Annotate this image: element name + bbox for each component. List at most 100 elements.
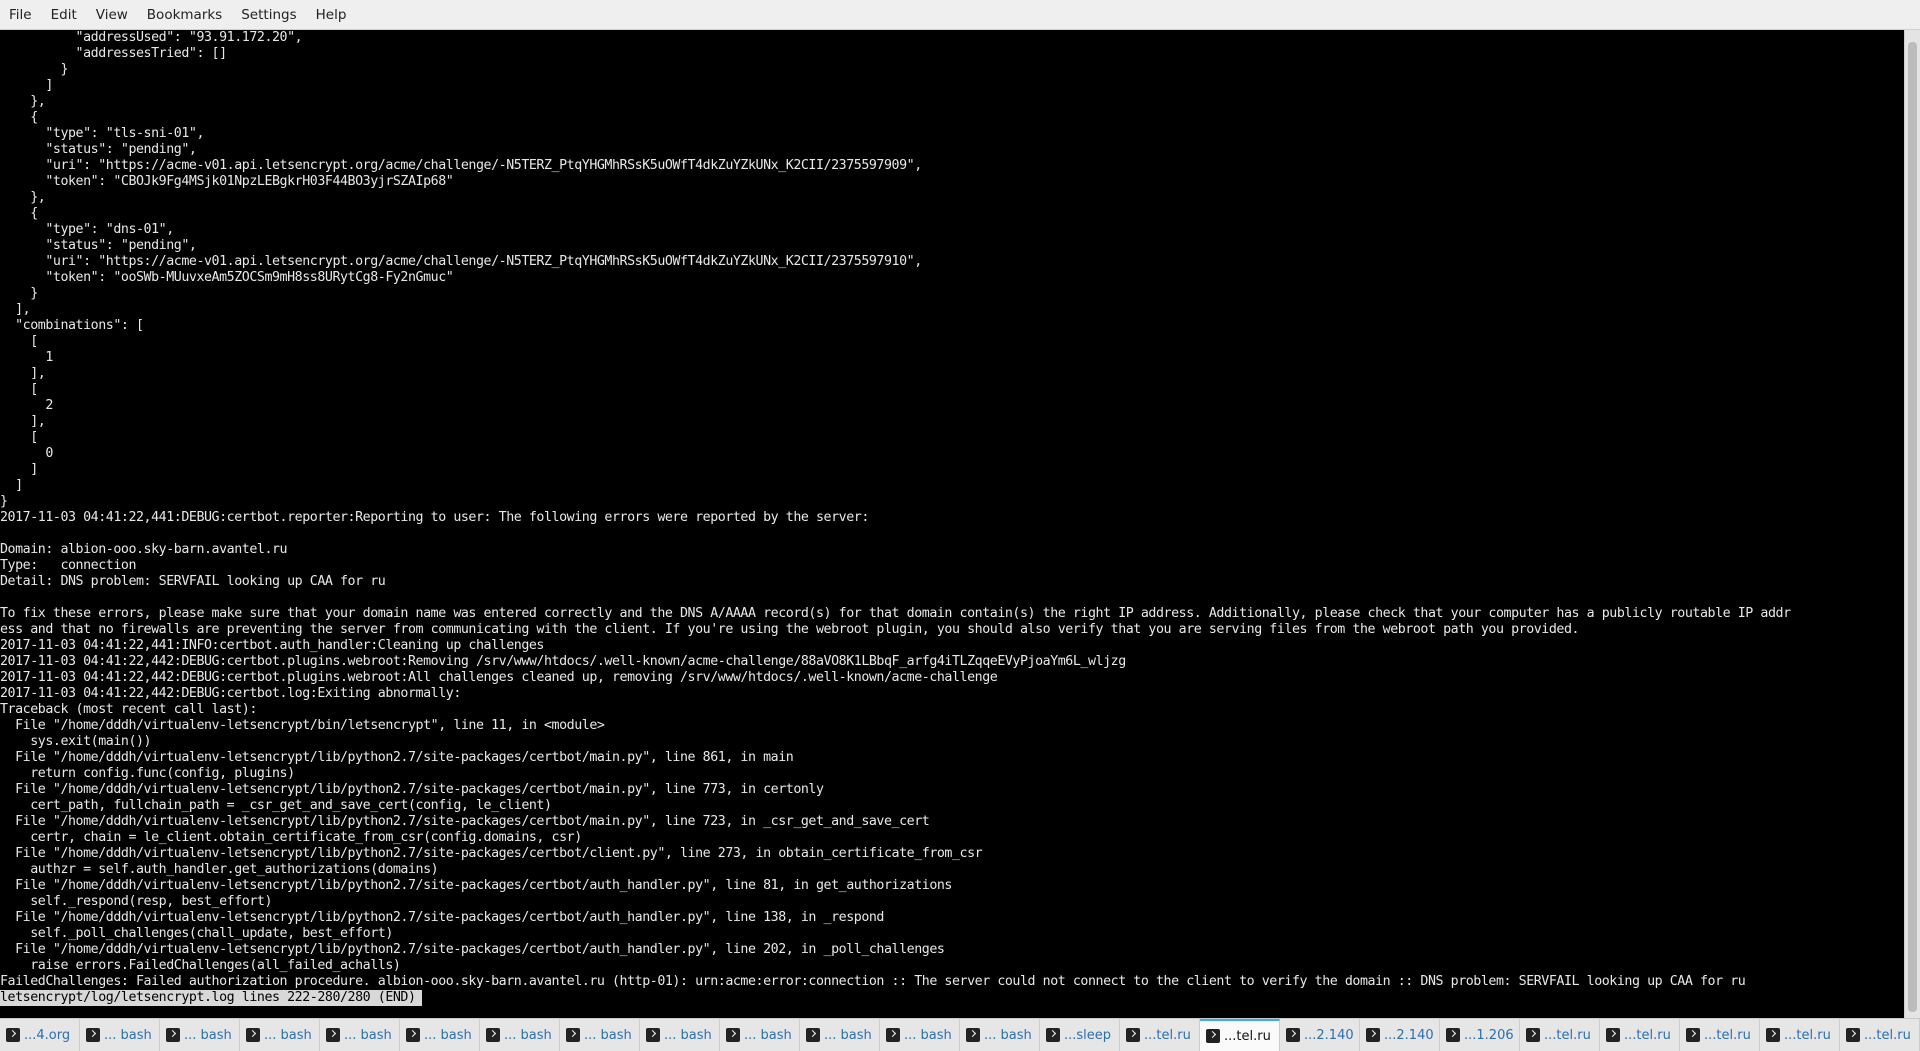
menu-settings[interactable]: Settings	[232, 0, 304, 30]
terminal-line: authzr = self.auth_handler.get_authoriza…	[0, 862, 439, 877]
tab-label: ... bash	[824, 1027, 872, 1043]
tab-label: ... bash	[424, 1027, 472, 1043]
terminal-line: 0	[0, 446, 53, 461]
terminal-line: self._respond(resp, best_effort)	[0, 894, 272, 909]
terminal-icon	[1846, 1028, 1860, 1042]
tab[interactable]: ...tel.ru	[1520, 1019, 1600, 1051]
terminal-line: File "/home/dddh/virtualenv-letsencrypt/…	[0, 718, 605, 733]
tab[interactable]: ...1.206	[1440, 1019, 1520, 1051]
terminal-icon	[86, 1028, 100, 1042]
tab-label: ...sleep	[1064, 1027, 1112, 1043]
tab[interactable]: ...tel.ru	[1840, 1019, 1920, 1051]
terminal-icon	[246, 1028, 260, 1042]
terminal-icon	[1046, 1028, 1060, 1042]
tab[interactable]: ...tel.ru	[1120, 1019, 1200, 1051]
terminal-icon	[1526, 1028, 1540, 1042]
tab[interactable]: ...4.org	[0, 1019, 80, 1051]
tab[interactable]: ... bash	[80, 1019, 160, 1051]
tab[interactable]: ...tel.ru	[1600, 1019, 1680, 1051]
menu-file[interactable]: File	[0, 0, 40, 30]
tab-label: ... bash	[184, 1027, 232, 1043]
tab-label: ...tel.ru	[1544, 1027, 1591, 1043]
terminal-line: File "/home/dddh/virtualenv-letsencrypt/…	[0, 814, 930, 829]
terminal-line: 2017-11-03 04:41:22,442:DEBUG:certbot.pl…	[0, 654, 1126, 669]
terminal-line: }	[0, 286, 38, 301]
terminal-line: ],	[0, 366, 46, 381]
tab-label: ... bash	[344, 1027, 392, 1043]
tab-active[interactable]: ...tel.ru	[1200, 1019, 1280, 1051]
tab[interactable]: ... bash	[400, 1019, 480, 1051]
tab-label: ...tel.ru	[1144, 1027, 1191, 1043]
terminal-line: "type": "dns-01",	[0, 222, 174, 237]
tab[interactable]: ... bash	[480, 1019, 560, 1051]
tab[interactable]: ... bash	[160, 1019, 240, 1051]
terminal-output: "addressUsed": "93.91.172.20", "addresse…	[0, 30, 1791, 1006]
terminal-icon	[646, 1028, 660, 1042]
terminal-icon	[726, 1028, 740, 1042]
terminal-line: cert_path, fullchain_path = _csr_get_and…	[0, 798, 552, 813]
terminal-line: ],	[0, 302, 31, 317]
terminal-icon	[6, 1028, 20, 1042]
tab-label: ...tel.ru	[1704, 1027, 1751, 1043]
tab[interactable]: ... bash	[960, 1019, 1040, 1051]
terminal-line: "uri": "https://acme-v01.api.letsencrypt…	[0, 254, 922, 269]
tab[interactable]: ...tel.ru	[1680, 1019, 1760, 1051]
terminal-line: 1	[0, 350, 53, 365]
terminal-line: raise errors.FailedChallenges(all_failed…	[0, 958, 401, 973]
terminal-icon	[1126, 1028, 1140, 1042]
terminal-line: "status": "pending",	[0, 142, 197, 157]
terminal-line: sys.exit(main())	[0, 734, 152, 749]
tab[interactable]: ... bash	[560, 1019, 640, 1051]
terminal-line: "addressesTried": []	[0, 46, 228, 61]
tab-label: ... bash	[104, 1027, 152, 1043]
tab[interactable]: ...sleep	[1040, 1019, 1120, 1051]
terminal-icon	[486, 1028, 500, 1042]
terminal-icon	[566, 1028, 580, 1042]
terminal-icon	[326, 1028, 340, 1042]
tab[interactable]: ...2.140	[1280, 1019, 1360, 1051]
terminal-scrollbar[interactable]	[1904, 30, 1920, 1018]
scrollbar-thumb[interactable]	[1908, 42, 1917, 1012]
terminal-line: File "/home/dddh/virtualenv-letsencrypt/…	[0, 910, 884, 925]
tab-label: ...tel.ru	[1784, 1027, 1831, 1043]
terminal-icon	[1286, 1028, 1300, 1042]
terminal-line: ]	[0, 478, 23, 493]
menu-help[interactable]: Help	[307, 0, 355, 30]
terminal-view[interactable]: "addressUsed": "93.91.172.20", "addresse…	[0, 30, 1904, 1018]
terminal-line: [	[0, 430, 38, 445]
menu-edit[interactable]: Edit	[42, 0, 85, 30]
tab[interactable]: ... bash	[880, 1019, 960, 1051]
tab-label: ...4.org	[24, 1027, 71, 1043]
tab[interactable]: ... bash	[720, 1019, 800, 1051]
tab-label: ...tel.ru	[1864, 1027, 1911, 1043]
tab[interactable]: ...tel.ru	[1760, 1019, 1840, 1051]
terminal-line: self._poll_challenges(chall_update, best…	[0, 926, 393, 941]
terminal-line: File "/home/dddh/virtualenv-letsencrypt/…	[0, 878, 952, 893]
tab-label: ... bash	[584, 1027, 632, 1043]
terminal-line: 2017-11-03 04:41:22,442:DEBUG:certbot.lo…	[0, 686, 461, 701]
terminal-icon	[1766, 1028, 1780, 1042]
terminal-line: }	[0, 62, 68, 77]
tab-label: ...2.140	[1384, 1027, 1434, 1043]
tab[interactable]: ... bash	[240, 1019, 320, 1051]
terminal-line: },	[0, 190, 46, 205]
tab[interactable]: ... bash	[800, 1019, 880, 1051]
terminal-line: [	[0, 334, 38, 349]
terminal-icon	[406, 1028, 420, 1042]
pager-status-line: letsencrypt/log/letsencrypt.log lines 22…	[0, 990, 422, 1006]
terminal-line: "token": "CBOJk9Fg4MSjk01NpzLEBgkrH03F44…	[0, 174, 454, 189]
tab[interactable]: ... bash	[320, 1019, 400, 1051]
tab-label: ...2.140	[1304, 1027, 1354, 1043]
menu-bookmarks[interactable]: Bookmarks	[138, 0, 230, 30]
terminal-icon	[806, 1028, 820, 1042]
terminal-line: ess and that no firewalls are preventing…	[0, 622, 1580, 637]
tab[interactable]: ... bash	[640, 1019, 720, 1051]
terminal-line: "addressUsed": "93.91.172.20",	[0, 30, 303, 45]
tab[interactable]: ...2.140	[1360, 1019, 1440, 1051]
terminal-icon	[1606, 1028, 1620, 1042]
menu-view[interactable]: View	[87, 0, 136, 30]
terminal-line: File "/home/dddh/virtualenv-letsencrypt/…	[0, 942, 945, 957]
terminal-line: },	[0, 94, 46, 109]
terminal-icon	[166, 1028, 180, 1042]
